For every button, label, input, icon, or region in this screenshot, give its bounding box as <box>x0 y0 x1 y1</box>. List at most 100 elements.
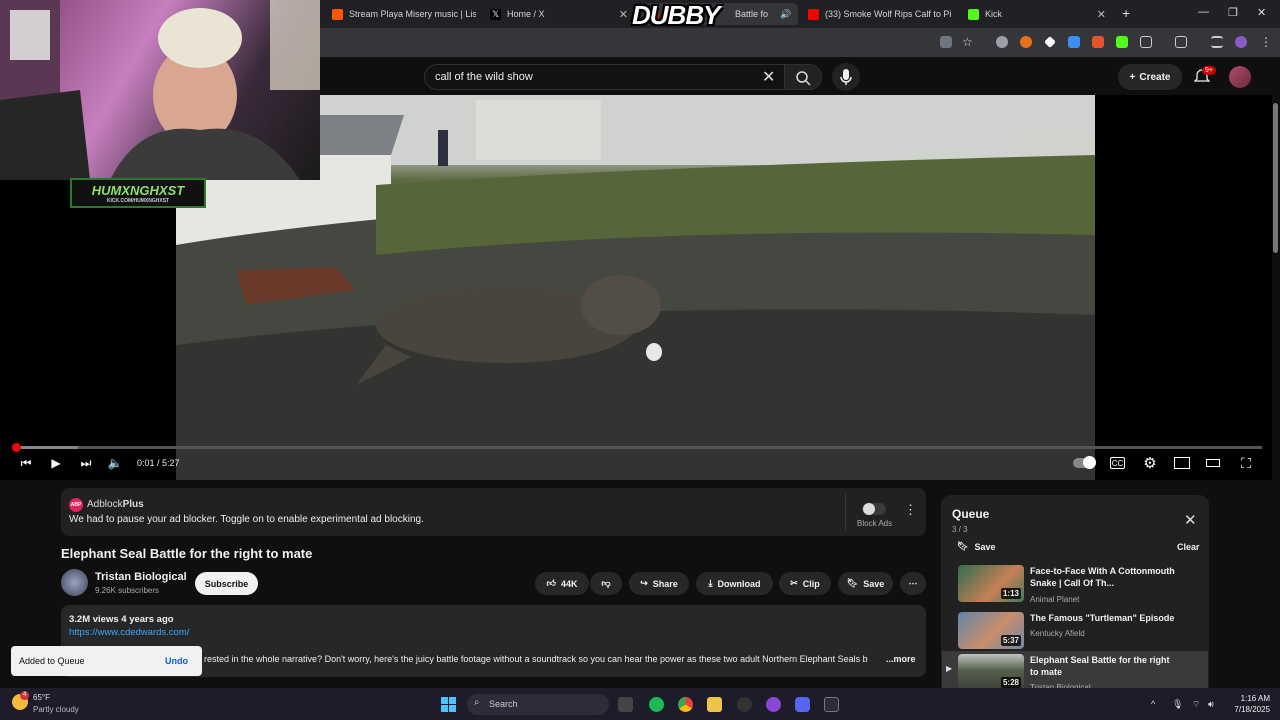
play-icon[interactable]: ▶ <box>48 456 64 470</box>
previous-icon[interactable]: ⏮ <box>18 456 34 470</box>
subtitles-icon[interactable]: CC <box>1110 457 1125 469</box>
adblock-more-icon[interactable]: ⋮ <box>904 502 917 518</box>
install-app-icon[interactable] <box>940 36 952 48</box>
queue-item[interactable]: 1:13 Face-to-Face With A Cottonmouth Sna… <box>942 562 1208 608</box>
video-duration: 5:37 <box>1000 635 1021 646</box>
autoplay-toggle-icon[interactable] <box>1072 456 1096 470</box>
weather-temp[interactable]: 65°F <box>33 693 50 702</box>
show-more-link[interactable]: ...more <box>886 654 916 664</box>
tab-label: (33) Smoke Wolf Rips Calf to Pi <box>825 9 952 19</box>
next-icon[interactable]: ⏭ <box>78 456 94 470</box>
save-label: Save <box>863 578 885 589</box>
extension-icon[interactable] <box>1092 36 1104 48</box>
page-scrollbar[interactable] <box>1272 95 1280 688</box>
queue-thumbnail: 5:28 <box>958 654 1024 691</box>
audio-playing-icon[interactable]: 🔊 <box>780 9 791 20</box>
dislike-button[interactable]: 👎︎ <box>590 572 622 595</box>
profile-avatar-icon[interactable] <box>1235 36 1247 48</box>
close-tab-icon[interactable]: ✕ <box>797 8 798 21</box>
clear-search-icon[interactable]: ✕ <box>762 67 775 87</box>
wifi-icon[interactable]: ⌔ <box>1192 699 1200 710</box>
task-view-icon[interactable] <box>618 697 633 712</box>
adblock-title: AdblockPlus <box>87 499 144 510</box>
close-tab-icon[interactable]: ✕ <box>957 8 958 21</box>
queue-item-title: The Famous "Turtleman" Episode <box>1030 613 1175 623</box>
discord-icon[interactable] <box>795 697 810 712</box>
extension-icon[interactable] <box>1116 36 1128 48</box>
spotify-icon[interactable] <box>649 697 664 712</box>
streamer-name: HUMXNGHXST <box>91 183 185 198</box>
tab-x[interactable]: 𝕏 Home / X ✕ <box>484 3 634 25</box>
extension-icon[interactable] <box>1068 36 1080 48</box>
search-input[interactable]: call of the wild show <box>424 64 786 90</box>
adblock-brand-prefix: Adblock <box>87 499 123 510</box>
taskbar-clock[interactable]: 1:16 AM 7/18/2025 <box>1232 693 1270 715</box>
miniplayer-icon[interactable] <box>1174 457 1190 469</box>
search-button[interactable] <box>784 64 822 90</box>
share-button[interactable]: ↪ Share <box>629 572 689 595</box>
browser-menu-icon[interactable]: ⋮ <box>1260 36 1272 48</box>
now-playing-icon: ▶ <box>946 664 953 673</box>
windows-taskbar <box>0 688 1280 720</box>
scrubber-handle[interactable] <box>11 443 21 452</box>
voice-search-button[interactable] <box>832 63 860 91</box>
scrollbar-thumb[interactable] <box>1273 103 1278 253</box>
extension-icon[interactable] <box>1020 36 1032 48</box>
fullscreen-icon[interactable]: ⛶ <box>1238 455 1254 471</box>
chrome-icon[interactable] <box>678 697 693 712</box>
tab-kick[interactable]: Kick ✕ <box>962 3 1112 25</box>
search-icon <box>796 71 811 86</box>
app-icon[interactable] <box>766 697 781 712</box>
toast-message: Added to Queue <box>19 656 85 666</box>
description-link[interactable]: https://www.cdedwards.com/ <box>69 627 189 638</box>
close-window-button[interactable]: ✕ <box>1257 6 1266 19</box>
download-button[interactable]: ⤓ Download <box>696 572 773 595</box>
like-button[interactable]: 👍︎ 44K <box>535 572 589 595</box>
restore-button[interactable]: ❐ <box>1228 6 1238 19</box>
app-icon[interactable] <box>824 697 839 712</box>
tab-search-icon[interactable] <box>1211 36 1223 48</box>
weather-description[interactable]: Partly cloudy <box>33 705 79 714</box>
microphone-icon[interactable]: 🎙︎ <box>1172 699 1183 710</box>
tab-youtube-wolf[interactable]: (33) Smoke Wolf Rips Calf to Pi ✕ <box>802 3 958 25</box>
show-hidden-icons-icon[interactable]: ^ <box>1151 699 1155 709</box>
extensions-puzzle-icon[interactable] <box>1140 36 1152 48</box>
channel-avatar[interactable] <box>61 569 88 596</box>
clear-queue-button[interactable]: Clear <box>1177 542 1200 552</box>
speaker-icon[interactable]: 🔊︎ <box>1208 699 1214 710</box>
block-ads-toggle[interactable] <box>862 503 886 515</box>
video-progress-bar[interactable] <box>11 443 1262 452</box>
more-actions-button[interactable]: ⋯ <box>900 572 926 595</box>
tab-soundcloud[interactable]: Stream Playa Misery music | Lis ✕ <box>326 3 476 25</box>
theater-mode-icon[interactable] <box>1206 459 1220 467</box>
obs-icon[interactable] <box>737 697 752 712</box>
clip-button[interactable]: ✂ Clip <box>779 572 831 595</box>
queue-item[interactable]: 5:37 The Famous "Turtleman" Episode Kent… <box>942 609 1208 655</box>
create-button[interactable]: + Create <box>1118 64 1182 90</box>
close-tab-icon[interactable]: ✕ <box>1097 8 1106 21</box>
new-tab-button[interactable]: + <box>1122 5 1130 21</box>
account-avatar[interactable] <box>1229 66 1251 88</box>
weather-badge: 4 <box>20 691 29 700</box>
file-explorer-icon[interactable] <box>707 697 722 712</box>
extension-icon[interactable] <box>996 36 1008 48</box>
sidepanel-icon[interactable] <box>1175 36 1187 48</box>
save-queue-button[interactable]: 🔖︎ Save <box>957 541 995 552</box>
subscribe-button[interactable]: Subscribe <box>195 572 258 595</box>
channel-name[interactable]: Tristan Biological <box>95 571 187 583</box>
settings-gear-icon[interactable]: ⚙ <box>1142 455 1158 472</box>
windows-start-icon[interactable] <box>441 697 457 713</box>
close-queue-icon[interactable]: ✕ <box>1184 511 1197 529</box>
description-text: rested in the whole narrative? Don't wor… <box>204 654 868 664</box>
save-button[interactable]: 🔖︎ Save <box>838 572 893 595</box>
thumbs-up-icon: 👍︎ <box>546 578 556 588</box>
queue-item-channel: Animal Planet <box>1030 595 1080 604</box>
volume-icon[interactable]: 🔈 <box>107 456 123 470</box>
undo-button[interactable]: Undo <box>165 656 188 666</box>
queue-count: 3 / 3 <box>952 525 968 534</box>
taskbar-search[interactable]: ⌕ Search <box>467 694 609 715</box>
close-tab-icon[interactable]: ✕ <box>619 8 628 21</box>
queue-thumbnail: 1:13 <box>958 565 1024 602</box>
bookmark-star-icon[interactable]: ☆ <box>962 36 974 48</box>
minimize-button[interactable]: — <box>1198 6 1209 18</box>
